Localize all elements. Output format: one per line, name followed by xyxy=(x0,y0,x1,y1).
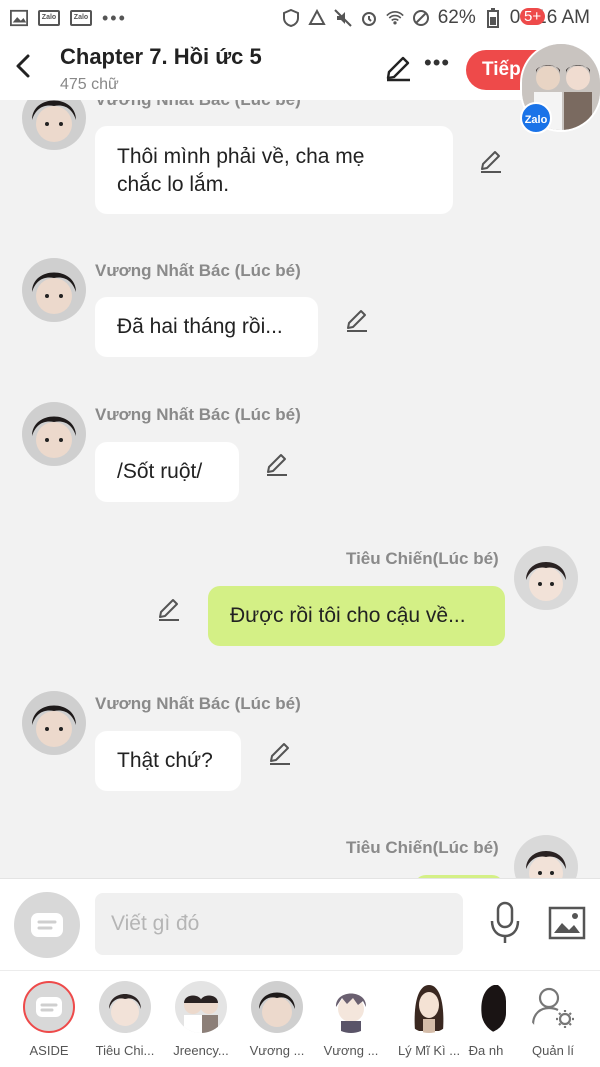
character-da-nh[interactable]: Đa nh xyxy=(458,981,514,1058)
sender-name: Tiêu Chiến(Lúc bé) xyxy=(346,838,499,857)
edit-chapter-button[interactable] xyxy=(384,54,412,82)
pencil-icon xyxy=(386,56,410,82)
avatar-vuong-nhat-bac[interactable] xyxy=(22,100,86,150)
back-button[interactable] xyxy=(10,50,38,82)
zalo-notification-icon: Zalo xyxy=(38,10,60,26)
message-bubble[interactable]: Đã hai tháng rồi... xyxy=(95,297,318,357)
character-avatar xyxy=(99,981,151,1033)
sync-icon xyxy=(308,9,326,27)
status-left: Zalo Zalo ••• xyxy=(10,8,127,29)
character-ly-mi-ki[interactable]: Lý Mĩ Kì ... xyxy=(393,981,465,1058)
security-icon xyxy=(282,9,300,27)
more-notifications-icon: ••• xyxy=(102,7,127,28)
voice-input-button[interactable] xyxy=(488,901,522,945)
character-tieu-chien[interactable]: Tiêu Chi... xyxy=(89,981,161,1058)
avatar-tieu-chien[interactable] xyxy=(514,546,578,610)
character-avatar xyxy=(403,981,455,1033)
character-avatar xyxy=(175,981,227,1033)
microphone-icon xyxy=(490,901,520,943)
avatar-vuong-nhat-bac[interactable] xyxy=(22,258,86,322)
character-label: Quản lí xyxy=(532,1043,574,1058)
pencil-icon xyxy=(267,454,287,476)
edit-message-button[interactable] xyxy=(264,452,290,478)
word-count: 475 chữ xyxy=(60,76,119,93)
character-avatar xyxy=(325,981,377,1033)
pencil-icon xyxy=(270,743,290,765)
character-aside[interactable]: ASIDE xyxy=(13,981,85,1058)
aside-icon xyxy=(23,981,75,1033)
battery-icon xyxy=(484,8,502,28)
sender-name: Vương Nhất Bác (Lúc bé) xyxy=(95,100,301,110)
battery-percent: 62% xyxy=(437,7,476,28)
edit-message-button[interactable] xyxy=(267,741,293,767)
character-label: Vương ... xyxy=(323,1043,379,1058)
my-message-bubble[interactable]: Được rồi tôi cho cậu về... xyxy=(208,586,505,646)
character-vuong-1[interactable]: Vương ... xyxy=(241,981,313,1058)
alarm-icon xyxy=(360,9,378,27)
edit-message-button[interactable] xyxy=(344,308,370,334)
edit-message-button[interactable] xyxy=(478,149,504,175)
chevron-left-icon xyxy=(16,54,30,78)
edit-message-button[interactable] xyxy=(156,597,182,623)
chapter-header: Chapter 7. Hồi ức 5 475 chữ ••• Tiếp xyxy=(0,36,600,100)
avatar-tieu-chien[interactable] xyxy=(514,835,578,878)
avatar-vuong-nhat-bac[interactable] xyxy=(22,402,86,466)
message-bubble[interactable]: /Sốt ruột/ xyxy=(95,442,239,502)
manage-characters-button[interactable]: Quản lí xyxy=(517,981,589,1058)
character-jreency[interactable]: Jreency... xyxy=(165,981,237,1058)
no-signal-icon xyxy=(412,9,430,27)
pencil-icon xyxy=(159,599,179,621)
message-input[interactable] xyxy=(95,893,463,955)
image-icon xyxy=(548,906,586,940)
zalo-logo-icon: Zalo xyxy=(520,102,552,134)
avatar-vuong-nhat-bac[interactable] xyxy=(22,691,86,755)
message-icon xyxy=(31,913,63,937)
aside-toggle-button[interactable] xyxy=(14,892,80,958)
character-label: Jreency... xyxy=(173,1043,229,1058)
character-label: Tiêu Chi... xyxy=(95,1043,155,1058)
character-vuong-2[interactable]: Vương ... xyxy=(315,981,387,1058)
gallery-notification-icon xyxy=(10,9,28,27)
mute-icon xyxy=(333,9,352,27)
character-avatar xyxy=(251,981,303,1033)
sender-name: Vương Nhất Bác (Lúc bé) xyxy=(95,261,301,280)
character-label: Vương ... xyxy=(249,1043,305,1058)
character-label: Lý Mĩ Kì ... xyxy=(397,1043,461,1058)
composer-bar xyxy=(0,878,600,970)
chat-area[interactable]: Vương Nhất Bác (Lúc bé) Thôi mình phải v… xyxy=(0,100,600,878)
character-avatar xyxy=(466,981,506,1033)
character-label: Đa nh xyxy=(468,1043,504,1058)
more-options-button[interactable]: ••• xyxy=(424,50,450,76)
pencil-icon xyxy=(481,151,501,173)
wifi-icon xyxy=(385,9,404,27)
character-label: ASIDE xyxy=(29,1043,69,1058)
pencil-icon xyxy=(347,310,367,332)
message-bubble[interactable]: Thôi mình phải về, cha mẹ chắc lo lắm. xyxy=(95,126,453,214)
attach-image-button[interactable] xyxy=(548,905,586,941)
zalo-notification-icon-2: Zalo xyxy=(70,10,92,26)
notification-badge: 5+ xyxy=(520,8,546,25)
chapter-title: Chapter 7. Hồi ức 5 xyxy=(60,44,262,69)
sender-name: Vương Nhất Bác (Lúc bé) xyxy=(95,694,301,713)
sender-name: Tiêu Chiến(Lúc bé) xyxy=(346,549,499,568)
status-bar: Zalo Zalo ••• 62% 08:16 AM xyxy=(0,0,600,36)
message-bubble[interactable]: Thật chứ? xyxy=(95,731,241,791)
character-bar: ASIDE Tiêu Chi... Jreency... Vương ... V… xyxy=(0,970,600,1067)
sender-name: Vương Nhất Bác (Lúc bé) xyxy=(95,405,301,424)
manage-user-icon xyxy=(527,981,579,1033)
